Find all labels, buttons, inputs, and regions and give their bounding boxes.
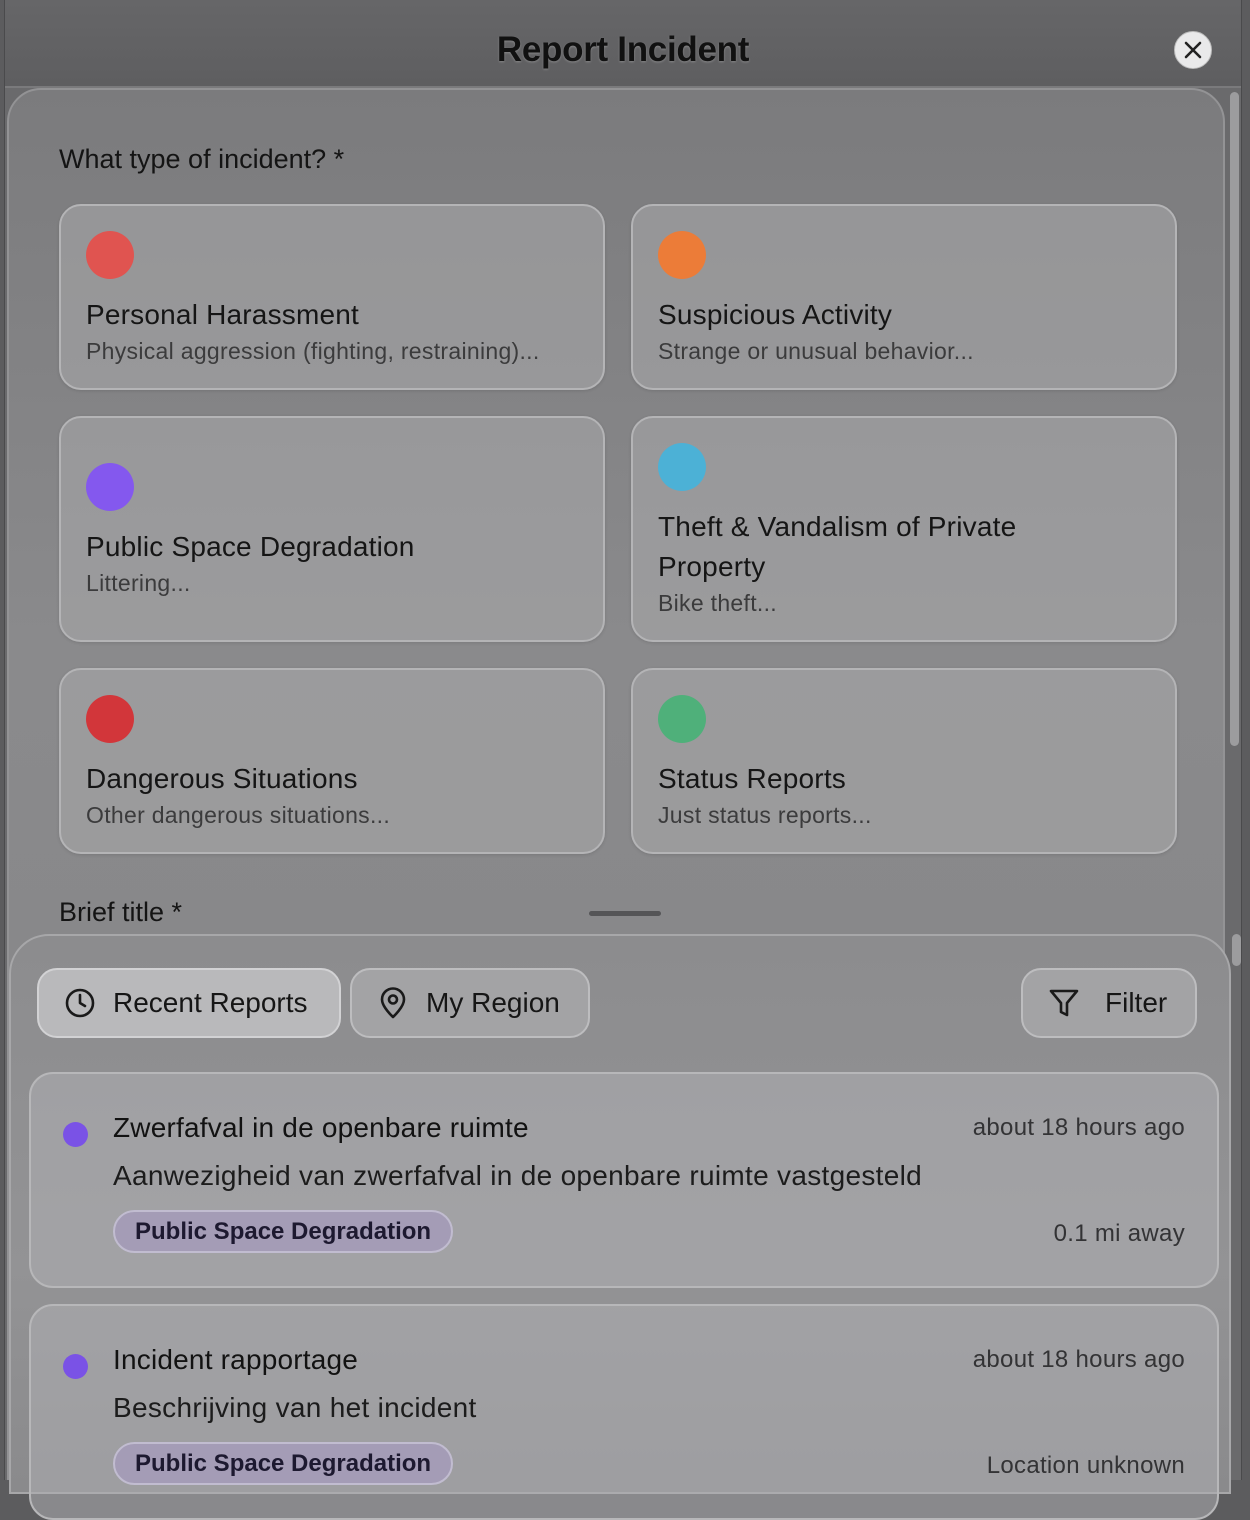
- tab-label: My Region: [426, 987, 560, 1018]
- incident-type-description: Littering...: [86, 570, 191, 596]
- report-distance: Location unknown: [986, 1452, 1185, 1479]
- incident-type-dangerous-situations[interactable]: Dangerous Situations Other dangerous sit…: [59, 668, 605, 854]
- report-item[interactable]: Incident rapportage about 18 hours ago B…: [29, 1304, 1219, 1520]
- map-pin-icon: [380, 987, 406, 1019]
- filter-icon: [1049, 989, 1079, 1017]
- incident-type-description: Physical aggression (fighting, restraini…: [86, 338, 540, 364]
- category-color-dot: [658, 695, 706, 743]
- incident-type-description: Just status reports...: [658, 802, 872, 828]
- incident-type-description: Strange or unusual behavior...: [658, 338, 974, 364]
- category-badge: Public Space Degradation: [113, 1210, 454, 1253]
- report-description: Beschrijving van het incident: [113, 1392, 477, 1423]
- filter-label: Filter: [1105, 987, 1168, 1018]
- close-button[interactable]: [1174, 31, 1212, 69]
- report-distance: 0.1 mi away: [1053, 1220, 1185, 1247]
- incident-type-label: What type of incident? *: [59, 144, 345, 174]
- category-color-dot: [86, 463, 134, 511]
- tab-label: Recent Reports: [113, 987, 308, 1018]
- incident-type-title: Dangerous Situations: [86, 763, 358, 794]
- filter-button[interactable]: Filter: [1021, 968, 1197, 1038]
- scrollbar-thumb[interactable]: [1230, 92, 1239, 746]
- incident-type-description: Other dangerous situations...: [86, 802, 391, 828]
- incident-type-public-space-degradation[interactable]: Public Space Degradation Littering...: [59, 416, 605, 642]
- category-color-dot: [86, 231, 134, 279]
- report-description: Aanwezigheid van zwerfafval in de openba…: [113, 1160, 922, 1191]
- report-timestamp: about 18 hours ago: [972, 1346, 1185, 1373]
- incident-type-suspicious-activity[interactable]: Suspicious Activity Strange or unusual b…: [631, 204, 1177, 390]
- category-badge: Public Space Degradation: [113, 1442, 454, 1485]
- incident-type-title: Theft & Vandalism of Private Property: [658, 511, 1017, 582]
- modal-header: Report Incident: [5, 0, 1241, 88]
- reports-bottom-sheet: Recent Reports My Region Filter Zwerfafv…: [9, 934, 1231, 1520]
- brief-title-label: Brief title *: [59, 897, 183, 927]
- incident-type-personal-harassment[interactable]: Personal Harassment Physical aggression …: [59, 204, 605, 390]
- incident-type-description: Bike theft...: [658, 590, 777, 616]
- report-incident-window: Report Incident What type of incident? *…: [4, 0, 1242, 1520]
- report-item[interactable]: Zwerfafval in de openbare ruimte about 1…: [29, 1072, 1219, 1288]
- incident-type-theft-vandalism[interactable]: Theft & Vandalism of Private Property Bi…: [631, 416, 1177, 642]
- incident-type-title: Suspicious Activity: [658, 299, 893, 330]
- category-dot: [63, 1354, 88, 1379]
- sheet-drag-handle[interactable]: [589, 911, 661, 916]
- incident-type-title: Public Space Degradation: [86, 531, 415, 562]
- clock-icon: [65, 988, 95, 1018]
- scrollbar-thumb-lower[interactable]: [1232, 934, 1241, 966]
- category-color-dot: [658, 443, 706, 491]
- modal-title: Report Incident: [496, 30, 750, 69]
- report-title: Incident rapportage: [113, 1344, 359, 1375]
- category-color-dot: [86, 695, 134, 743]
- report-title: Zwerfafval in de openbare ruimte: [113, 1112, 529, 1143]
- tab-recent-reports[interactable]: Recent Reports: [37, 968, 341, 1038]
- close-icon: [1184, 41, 1202, 59]
- category-dot: [63, 1122, 88, 1147]
- report-timestamp: about 18 hours ago: [972, 1114, 1185, 1141]
- incident-type-title: Personal Harassment: [86, 299, 360, 330]
- category-color-dot: [658, 231, 706, 279]
- incident-type-status-reports[interactable]: Status Reports Just status reports...: [631, 668, 1177, 854]
- tab-my-region[interactable]: My Region: [350, 968, 590, 1038]
- incident-type-title: Status Reports: [658, 763, 846, 794]
